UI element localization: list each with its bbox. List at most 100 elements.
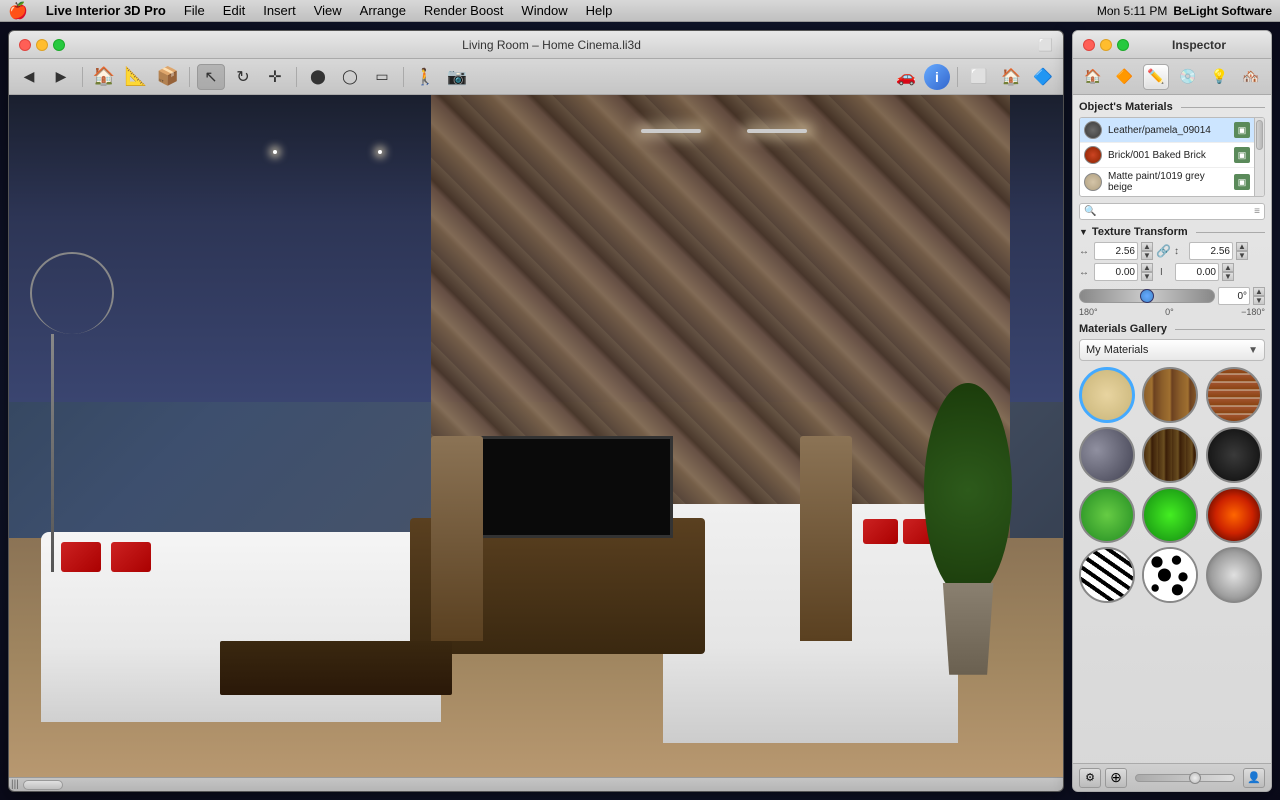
material-item-matte[interactable]: Matte paint/1019 grey beige ▣ bbox=[1080, 168, 1254, 196]
render-car-button[interactable]: 🚗 bbox=[892, 64, 920, 90]
tx-offsety-stepper[interactable]: ▲ ▼ bbox=[1222, 263, 1234, 281]
inspector-close[interactable] bbox=[1083, 39, 1095, 51]
tab-object-button[interactable]: 🏠 bbox=[1080, 64, 1106, 90]
tx-width-input[interactable]: 2.56 bbox=[1094, 242, 1138, 260]
tab-scene-button[interactable]: 💡 bbox=[1206, 64, 1232, 90]
material-list-thumb[interactable] bbox=[1256, 120, 1263, 150]
toolbar-sep-5 bbox=[957, 67, 958, 87]
gallery-item-stone[interactable] bbox=[1079, 427, 1135, 483]
view-persp-button[interactable]: 🔷 bbox=[1029, 64, 1057, 90]
toolbar-sep-1 bbox=[82, 67, 83, 87]
footer-slider[interactable] bbox=[1135, 774, 1235, 782]
angle-stepper[interactable]: ▲ ▼ bbox=[1253, 287, 1265, 305]
gallery-item-spots[interactable] bbox=[1142, 547, 1198, 603]
resize-icon[interactable]: ⬜ bbox=[1038, 38, 1053, 52]
angle-up[interactable]: ▲ bbox=[1253, 287, 1265, 296]
angle-slider-track[interactable] bbox=[1079, 289, 1215, 303]
walk-mode-button[interactable]: 🚶 bbox=[411, 64, 439, 90]
menu-item-render[interactable]: Render Boost bbox=[416, 3, 512, 18]
gallery-item-fire[interactable] bbox=[1206, 487, 1262, 543]
material-search-input[interactable] bbox=[1100, 206, 1250, 217]
material-list-scrollbar[interactable] bbox=[1254, 118, 1264, 196]
footer-slider-thumb[interactable] bbox=[1189, 772, 1201, 784]
angle-down[interactable]: ▼ bbox=[1253, 296, 1265, 305]
tx-width-up[interactable]: ▲ bbox=[1141, 242, 1153, 251]
gallery-item-brick[interactable] bbox=[1206, 367, 1262, 423]
camera-button[interactable]: 📷 bbox=[443, 64, 471, 90]
main-area: Living Room – Home Cinema.li3d ⬜ ◀ ▶ 🏠 📐… bbox=[0, 22, 1280, 800]
menu-item-app[interactable]: Live Interior 3D Pro bbox=[38, 3, 174, 18]
draw-point-button[interactable]: ⬤ bbox=[304, 64, 332, 90]
menu-item-edit[interactable]: Edit bbox=[215, 3, 253, 18]
horizontal-scrollbar[interactable]: ||| bbox=[9, 777, 1063, 791]
gallery-dropdown[interactable]: My Materials ▼ bbox=[1079, 339, 1265, 361]
select-tool-button[interactable]: ↖ bbox=[197, 64, 225, 90]
spots-svg bbox=[1144, 547, 1196, 603]
inspector-maximize[interactable] bbox=[1117, 39, 1129, 51]
nav-forward-button[interactable]: ▶ bbox=[47, 64, 75, 90]
material-item-leather[interactable]: Leather/pamela_09014 ▣ bbox=[1080, 118, 1254, 143]
menu-item-window[interactable]: Window bbox=[513, 3, 575, 18]
tx-offsetx-down[interactable]: ▼ bbox=[1141, 272, 1153, 281]
draw-circle-button[interactable]: ◯ bbox=[336, 64, 364, 90]
tx-width-down[interactable]: ▼ bbox=[1141, 251, 1153, 260]
gallery-item-black[interactable] bbox=[1206, 427, 1262, 483]
gallery-item-zebra[interactable] bbox=[1079, 547, 1135, 603]
tx-offsetx-stepper[interactable]: ▲ ▼ bbox=[1141, 263, 1153, 281]
link-icon[interactable]: 🔗 bbox=[1156, 244, 1171, 258]
rooms-button[interactable]: 📐 bbox=[122, 64, 150, 90]
tx-height-up[interactable]: ▲ bbox=[1236, 242, 1248, 251]
view-home-button[interactable]: 🏠 bbox=[997, 64, 1025, 90]
expand-icon[interactable]: ▼ bbox=[1079, 227, 1088, 237]
tab-light-button[interactable]: 🔶 bbox=[1111, 64, 1137, 90]
material-item-brick[interactable]: Brick/001 Baked Brick ▣ bbox=[1080, 143, 1254, 168]
tab-render-button[interactable]: 💿 bbox=[1175, 64, 1201, 90]
gallery-item-wood[interactable] bbox=[1142, 367, 1198, 423]
rotate-tool-button[interactable]: ↻ bbox=[229, 64, 257, 90]
minimize-button[interactable] bbox=[36, 39, 48, 51]
view-content[interactable] bbox=[9, 95, 1063, 777]
maximize-button[interactable] bbox=[53, 39, 65, 51]
scroll-thumb[interactable] bbox=[23, 780, 63, 790]
gallery-item-metal[interactable] bbox=[1206, 547, 1262, 603]
3d-view-button[interactable]: 📦 bbox=[154, 64, 182, 90]
angle-slider-thumb[interactable] bbox=[1140, 289, 1154, 303]
tx-offsety-up[interactable]: ▲ bbox=[1222, 263, 1234, 272]
move-tool-button[interactable]: ✛ bbox=[261, 64, 289, 90]
tx-width-stepper[interactable]: ▲ ▼ bbox=[1141, 242, 1153, 260]
menu-item-arrange[interactable]: Arrange bbox=[352, 3, 414, 18]
info-button[interactable]: i bbox=[924, 64, 950, 90]
tx-offsety-input[interactable]: 0.00 bbox=[1175, 263, 1219, 281]
material-swatch-leather bbox=[1084, 121, 1102, 139]
menu-item-file[interactable]: File bbox=[176, 3, 213, 18]
material-search-bar[interactable]: 🔍 ≡ bbox=[1079, 203, 1265, 220]
footer-view-button[interactable]: 👤 bbox=[1243, 768, 1265, 788]
view-front-button[interactable]: ⬜ bbox=[965, 64, 993, 90]
footer-gear-button[interactable]: ⚙ bbox=[1079, 768, 1101, 788]
tx-offsety-down[interactable]: ▼ bbox=[1222, 272, 1234, 281]
menu-item-help[interactable]: Help bbox=[578, 3, 621, 18]
tx-offsetx-up[interactable]: ▲ bbox=[1141, 263, 1153, 272]
nav-back-button[interactable]: ◀ bbox=[15, 64, 43, 90]
tx-height-input[interactable]: 2.56 bbox=[1189, 242, 1233, 260]
tx-offsetx-input[interactable]: 0.00 bbox=[1094, 263, 1138, 281]
floorplan-button[interactable]: 🏠 bbox=[90, 64, 118, 90]
tx-height-stepper[interactable]: ▲ ▼ bbox=[1236, 242, 1248, 260]
gallery-item-green1[interactable] bbox=[1079, 487, 1135, 543]
menu-item-view[interactable]: View bbox=[306, 3, 350, 18]
gallery-item-darkwood[interactable] bbox=[1142, 427, 1198, 483]
angle-value-input[interactable]: 0° bbox=[1218, 287, 1250, 305]
tab-material-button[interactable]: ✏️ bbox=[1143, 64, 1169, 90]
draw-rect-button[interactable]: ▭ bbox=[368, 64, 396, 90]
close-button[interactable] bbox=[19, 39, 31, 51]
tab-building-button[interactable]: 🏘️ bbox=[1238, 64, 1264, 90]
inspector-minimize[interactable] bbox=[1100, 39, 1112, 51]
gallery-item-green2[interactable] bbox=[1142, 487, 1198, 543]
apple-menu[interactable]: 🍎 bbox=[8, 1, 28, 21]
angle-zero-label: 0° bbox=[1165, 307, 1174, 317]
materials-gallery-section: Materials Gallery My Materials ▼ bbox=[1079, 323, 1265, 603]
gallery-item-beige[interactable] bbox=[1079, 367, 1135, 423]
menu-item-insert[interactable]: Insert bbox=[255, 3, 304, 18]
footer-add-button[interactable]: ⊕ bbox=[1105, 768, 1127, 788]
tx-height-down[interactable]: ▼ bbox=[1236, 251, 1248, 260]
